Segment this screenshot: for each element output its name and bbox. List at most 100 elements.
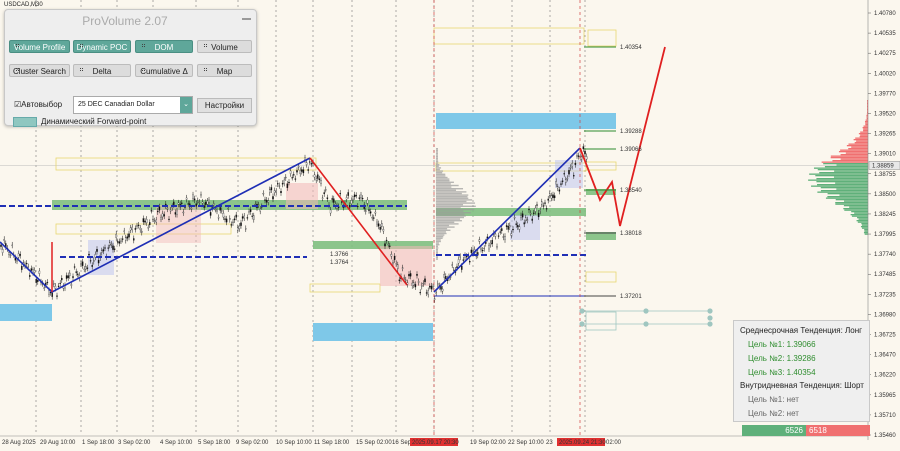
profile-bar (436, 231, 446, 233)
profile-bar (436, 224, 450, 227)
candle-body (345, 197, 348, 200)
right-profile-bar (833, 176, 868, 178)
right-profile-bar (861, 223, 868, 225)
candle-body (206, 200, 209, 205)
candle-body (560, 183, 562, 185)
settings-button[interactable]: Настройки (197, 98, 252, 113)
time-tick-label: 28 Aug 2025 (2, 440, 36, 446)
candle-body (115, 233, 117, 238)
candle-body (432, 286, 434, 288)
candle-body (433, 298, 436, 300)
dynamic-poc-button[interactable]: Dynamic POC (73, 40, 131, 53)
candle-body (93, 260, 95, 262)
cumulative-delta-button[interactable]: Cumulative Δ (135, 64, 193, 77)
profile-bar (436, 204, 464, 206)
right-profile-bar (835, 199, 868, 201)
grip-icon (142, 68, 146, 71)
chevron-down-icon[interactable]: ⌄ (180, 97, 192, 113)
grip-icon (80, 68, 84, 71)
candle-body (347, 192, 349, 196)
right-profile-bar (836, 188, 868, 190)
right-profile-bar (843, 205, 868, 207)
candle-body (229, 218, 231, 220)
candle-body (86, 267, 89, 269)
volume-profile-button[interactable]: Volume Profile (9, 40, 70, 53)
candle-body (310, 163, 313, 165)
profile-bar (436, 258, 438, 260)
profile-bar (436, 200, 467, 203)
candle-body (424, 278, 426, 283)
candle-body (339, 192, 341, 195)
candle-body (241, 216, 244, 219)
candle-body (371, 217, 373, 219)
candle-body (205, 202, 207, 205)
level-label: 1.39288 (620, 129, 642, 135)
grip-icon (16, 44, 20, 47)
candle-body (552, 194, 554, 198)
candle-body (221, 210, 223, 212)
forward-point-toggle[interactable]: Динамический Forward-point (13, 117, 146, 127)
candle-body (289, 170, 292, 174)
candle-body (329, 209, 332, 214)
time-tick-label: 15 Sep 02:00 (356, 440, 392, 446)
autoselect-checkbox[interactable]: ☑Автовыбор (14, 100, 62, 109)
profile-bar (436, 154, 438, 156)
candle-body (384, 243, 386, 247)
right-profile-bar (849, 206, 868, 208)
time-tick-label: 4 Sep 10:00 (160, 440, 193, 446)
candle-body (499, 231, 501, 233)
toggle-switch[interactable] (13, 117, 37, 127)
map-button[interactable]: Map (197, 64, 252, 77)
right-profile-bar (821, 161, 868, 163)
dom-button[interactable]: DOM (135, 40, 193, 53)
price-tick-label: 1.36220 (874, 373, 896, 379)
candle-body (507, 225, 509, 230)
candle-body (120, 240, 122, 242)
instrument-select[interactable]: 25 DEC Canadian Dollar ⌄ (73, 96, 193, 114)
trend-panel: Среднесрочная Тенденция: Лонг Цель №1: 1… (733, 320, 870, 422)
blue-zone (586, 113, 616, 129)
candle-body (547, 198, 549, 201)
price-tick-label: 1.40020 (874, 71, 896, 77)
panel-title: ProVolume 2.07 (82, 14, 168, 28)
candle-body (549, 193, 551, 196)
candle-body (208, 199, 210, 203)
candle-body (0, 244, 2, 247)
price-tick-label: 1.36470 (874, 353, 896, 359)
volume-button[interactable]: Volume (197, 40, 252, 53)
provolume-panel[interactable]: ProVolume 2.07 Volume Profile Dynamic PO… (4, 9, 257, 127)
candle-body (510, 233, 513, 236)
candle-body (137, 224, 140, 226)
right-profile-bar (834, 170, 868, 172)
profile-bar (436, 218, 461, 220)
candle-body (573, 175, 575, 177)
candle-body (8, 252, 10, 256)
cluster-search-button[interactable]: Cluster Search (9, 64, 70, 77)
candle-body (557, 186, 559, 189)
level-label: 1.38018 (620, 231, 642, 237)
candle-body (440, 286, 442, 290)
candle-body (230, 224, 233, 226)
minimize-icon[interactable] (242, 18, 251, 20)
profile-bar (436, 237, 443, 239)
candle-body (275, 190, 277, 193)
candle-body (376, 221, 378, 225)
candle-body (504, 236, 506, 240)
price-tick-label: 1.38245 (874, 212, 896, 218)
right-profile-bar (854, 142, 868, 144)
candle-body (51, 292, 53, 297)
candle-body (38, 270, 41, 274)
candle-body (318, 178, 321, 180)
right-profile-bar (858, 133, 868, 135)
delta-button[interactable]: Delta (73, 64, 131, 77)
candle-body (401, 267, 404, 269)
right-profile-bar (816, 181, 868, 183)
right-profile-bar (840, 154, 868, 156)
right-profile-bar (855, 137, 868, 139)
candle-body (265, 199, 268, 203)
candle-body (429, 286, 431, 288)
profile-bar (436, 194, 469, 196)
candle-body (83, 268, 85, 270)
candle-body (185, 197, 188, 200)
candle-body (521, 213, 524, 218)
